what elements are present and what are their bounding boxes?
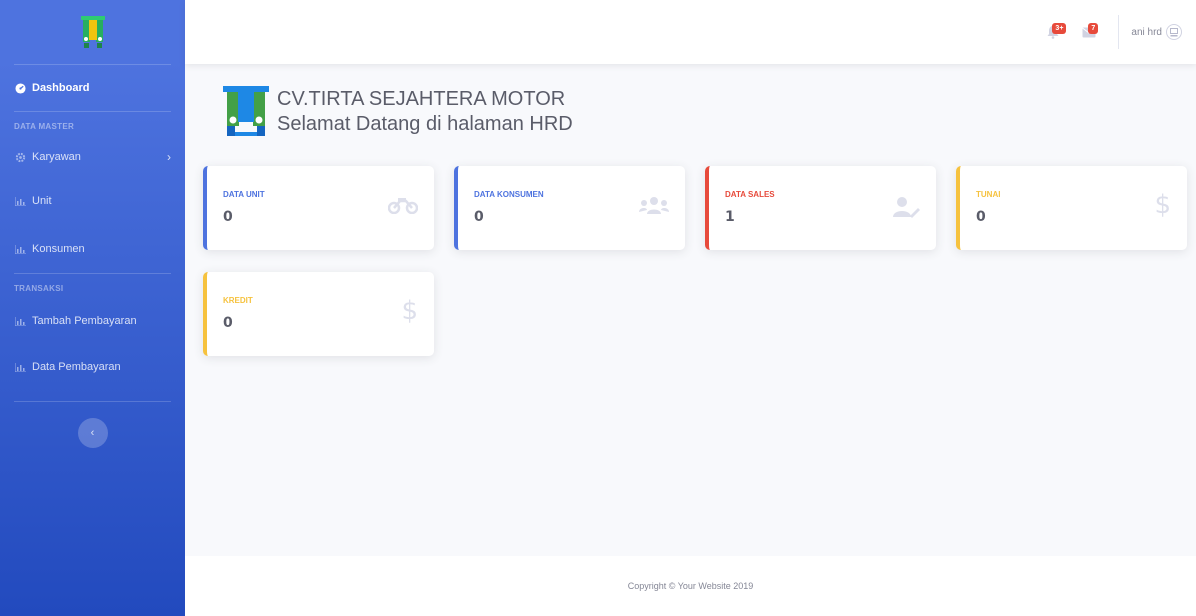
footer: Copyright © Your Website 2019: [185, 556, 1196, 616]
chart-icon: [14, 243, 26, 255]
chevron-right-icon: ›: [167, 150, 171, 164]
company-logo-icon: [223, 86, 269, 136]
sidebar-brand[interactable]: [0, 0, 185, 64]
sidebar-item-label: Unit: [32, 195, 52, 207]
avatar: [1166, 24, 1182, 40]
main-content: CV.TIRTA SEJAHTERA MOTOR Selamat Datang …: [185, 64, 1196, 556]
cog-icon: [14, 151, 26, 163]
sidebar-heading-data-master: DATA MASTER: [14, 122, 75, 131]
sidebar-item-label: Tambah Pembayaran: [32, 315, 137, 327]
sidebar-item-label: Konsumen: [32, 243, 85, 255]
messages-button[interactable]: 7: [1074, 17, 1104, 47]
card-label: TUNAI: [976, 190, 1001, 199]
brand-logo-icon: [80, 16, 105, 48]
chart-icon: [14, 195, 26, 207]
users-icon: [639, 197, 669, 214]
alerts-badge: 3+: [1052, 23, 1067, 34]
chart-icon: [14, 315, 26, 327]
sidebar-heading-transaksi: TRANSAKSI: [14, 284, 64, 293]
alerts-button[interactable]: 3+: [1038, 17, 1068, 47]
sidebar-toggle-button[interactable]: ‹: [77, 418, 108, 448]
chart-icon: [14, 361, 26, 373]
user-edit-icon: [893, 197, 920, 218]
sidebar-item-karyawan[interactable]: Karyawan ›: [0, 137, 185, 177]
sidebar: Dashboard DATA MASTER Karyawan › Unit Ko…: [0, 0, 185, 616]
motorcycle-icon: [388, 198, 418, 214]
card-data-unit: DATA UNIT 0: [203, 166, 434, 250]
sidebar-item-konsumen[interactable]: Konsumen: [0, 225, 185, 273]
sidebar-item-unit[interactable]: Unit: [0, 177, 185, 225]
dollar-icon: $: [401, 296, 418, 326]
card-label: DATA SALES: [725, 190, 775, 199]
sidebar-item-dashboard[interactable]: Dashboard: [0, 65, 185, 111]
card-kredit: KREDIT 0 $: [203, 272, 434, 356]
sidebar-item-label: Dashboard: [32, 82, 90, 94]
card-tunai: TUNAI 0 $: [956, 166, 1187, 250]
topbar-divider: [1118, 15, 1120, 49]
card-value: 0: [976, 209, 986, 225]
user-avatar-icon: [1170, 27, 1178, 36]
page-title-block: CV.TIRTA SEJAHTERA MOTOR Selamat Datang …: [277, 87, 573, 137]
dashboard-icon: [14, 82, 26, 94]
card-label: KREDIT: [223, 296, 253, 305]
sidebar-divider: [14, 401, 171, 402]
sidebar-item-data-pembayaran[interactable]: Data Pembayaran: [0, 343, 185, 391]
card-data-konsumen: DATA KONSUMEN 0: [454, 166, 685, 250]
welcome-message: Selamat Datang di halaman HRD: [277, 113, 573, 135]
user-name: ani hrd: [1131, 26, 1162, 38]
card-value: 0: [223, 315, 233, 331]
sidebar-item-tambah-pembayaran[interactable]: Tambah Pembayaran: [0, 299, 185, 343]
dollar-icon: $: [1154, 190, 1171, 220]
company-name: CV.TIRTA SEJAHTERA MOTOR: [277, 88, 566, 110]
page-header: CV.TIRTA SEJAHTERA MOTOR Selamat Datang …: [221, 84, 1178, 140]
copyright-text: Copyright © Your Website 2019: [627, 581, 754, 591]
topbar: 3+ 7 ani hrd: [185, 0, 1196, 64]
card-data-sales: DATA SALES 1: [705, 166, 936, 250]
card-value: 1: [725, 209, 735, 225]
sidebar-item-label: Data Pembayaran: [32, 361, 121, 373]
user-menu[interactable]: ani hrd: [1131, 24, 1182, 40]
sidebar-item-label: Karyawan: [32, 151, 81, 163]
messages-badge: 7: [1088, 23, 1099, 34]
chevron-left-icon: ‹: [90, 427, 95, 439]
